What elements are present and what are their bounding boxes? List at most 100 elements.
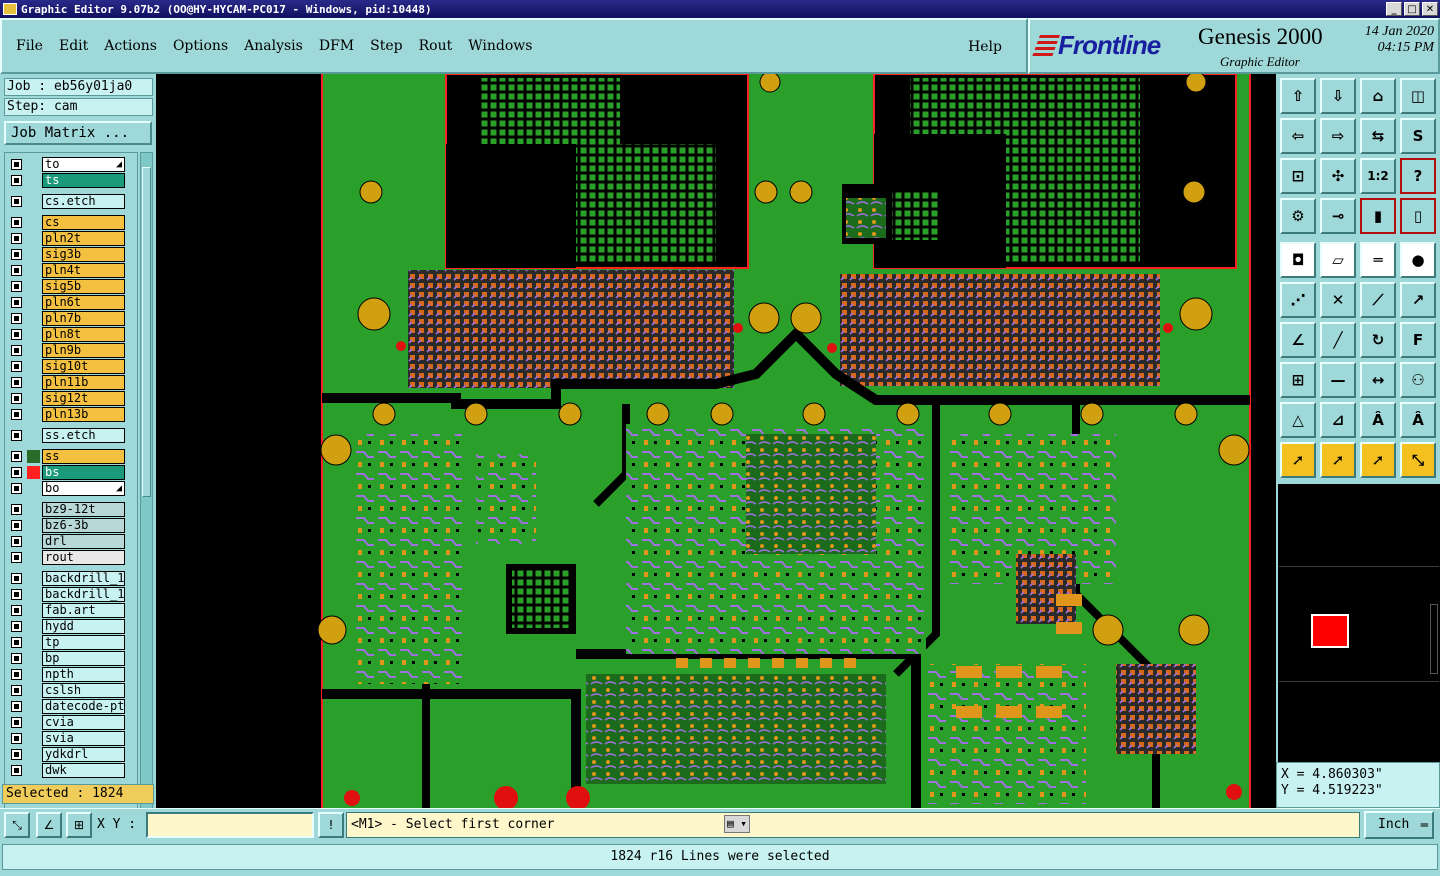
layer-row[interactable]: cs.etch — [5, 194, 137, 209]
layer-name[interactable]: bp — [42, 651, 125, 666]
arrow-dot-button[interactable]: ↗ — [1400, 282, 1436, 318]
layer-name[interactable]: sig3b — [42, 247, 125, 262]
layer-name[interactable]: sig10t — [42, 359, 125, 374]
layer-name[interactable]: pln2t — [42, 231, 125, 246]
layer-name[interactable]: pln7b — [42, 311, 125, 326]
text-f-button[interactable]: F — [1400, 322, 1436, 358]
layer-checkbox[interactable] — [11, 249, 22, 260]
layer-checkbox[interactable] — [11, 637, 22, 648]
layer-checkbox[interactable] — [11, 451, 22, 462]
minimize-button[interactable]: _ — [1386, 2, 1402, 16]
page-down-button[interactable]: ⇩ — [1320, 78, 1356, 114]
layer-name[interactable]: ydkdrl — [42, 747, 125, 762]
layer-row[interactable]: ss.etch — [5, 428, 137, 443]
overview-scrollbar[interactable] — [1430, 604, 1438, 674]
diagonal-button[interactable]: ╱ — [1320, 322, 1356, 358]
layer-checkbox[interactable] — [11, 701, 22, 712]
layer-checkbox[interactable] — [11, 217, 22, 228]
menu-help[interactable]: Help — [968, 39, 1002, 55]
swap-button[interactable]: S — [1400, 118, 1436, 154]
close-button[interactable]: ✕ — [1422, 2, 1438, 16]
layer-name[interactable]: cs.etch — [42, 194, 125, 209]
layer-name[interactable]: pln8t — [42, 327, 125, 342]
layer-row[interactable]: bp — [5, 651, 137, 666]
layer-checkbox[interactable] — [11, 685, 22, 696]
layer-name[interactable]: sig5b — [42, 279, 125, 294]
layer-name[interactable]: backdrill_1- — [42, 571, 125, 586]
layer-name[interactable]: bz6-3b — [42, 518, 125, 533]
menu-step[interactable]: Step — [370, 38, 402, 54]
pads-button[interactable]: ⚇ — [1400, 362, 1436, 398]
zoom-fit-button[interactable]: ⊡ — [1280, 158, 1316, 194]
box-dot-button[interactable]: ⊞ — [1280, 362, 1316, 398]
menu-analysis[interactable]: Analysis — [244, 38, 303, 54]
connect-button[interactable]: ⋰ — [1280, 282, 1316, 318]
units-select[interactable]: Inch ═ — [1364, 811, 1434, 839]
layer-row[interactable]: sig5b — [5, 279, 137, 294]
menu-options[interactable]: Options — [173, 38, 228, 54]
menu-windows[interactable]: Windows — [468, 38, 532, 54]
layer-checkbox[interactable] — [11, 536, 22, 547]
layers-color-button[interactable]: ▮ — [1360, 198, 1396, 234]
layer-list[interactable]: to ◢ ts cs.etch cs pln2t sig3b pln4t sig5b pln6t p… — [4, 152, 138, 856]
layer-row[interactable]: backdrill_1- — [5, 571, 137, 586]
page-up-button[interactable]: ⇧ — [1280, 78, 1316, 114]
layer-row[interactable]: bs — [5, 465, 137, 480]
layer-scrollbar[interactable] — [140, 152, 153, 856]
home-button[interactable]: ⌂ — [1360, 78, 1396, 114]
layer-row[interactable]: sig3b — [5, 247, 137, 262]
layer-checkbox[interactable] — [11, 393, 22, 404]
select-pad-button[interactable]: ◘ — [1280, 242, 1316, 278]
layer-checkbox[interactable] — [11, 733, 22, 744]
select-round-button[interactable]: ● — [1400, 242, 1436, 278]
layer-name[interactable]: datecode-ptc — [42, 699, 125, 714]
layer-name[interactable]: dwk — [42, 763, 125, 778]
scrollbar-thumb[interactable] — [142, 167, 151, 497]
job-matrix-button[interactable]: Job Matrix ... — [4, 121, 152, 145]
angle-snap-icon[interactable]: ∠ — [36, 812, 62, 838]
layer-row[interactable]: bo ◢ — [5, 481, 137, 496]
layer-row[interactable]: drl — [5, 534, 137, 549]
layer-name[interactable]: pln13b — [42, 407, 125, 422]
layer-checkbox[interactable] — [11, 265, 22, 276]
layer-row[interactable]: cs — [5, 215, 137, 230]
layer-checkbox[interactable] — [11, 345, 22, 356]
layer-name[interactable]: bz9-12t — [42, 502, 125, 517]
layer-row[interactable]: hydd — [5, 619, 137, 634]
layer-checkbox[interactable] — [11, 159, 22, 170]
page-left-button[interactable]: ⇦ — [1280, 118, 1316, 154]
layer-checkbox[interactable] — [11, 589, 22, 600]
layer-name[interactable]: pln6t — [42, 295, 125, 310]
layer-name[interactable]: to ◢ — [42, 157, 125, 172]
layer-checkbox[interactable] — [11, 196, 22, 207]
layer-name[interactable]: ss — [42, 449, 125, 464]
ruler-button[interactable]: ═ — [1360, 242, 1396, 278]
mirror-button[interactable]: ⇆ — [1360, 118, 1396, 154]
layer-name[interactable]: bs — [42, 465, 125, 480]
layer-checkbox[interactable] — [11, 621, 22, 632]
layer-name[interactable]: svia — [42, 731, 125, 746]
layer-name[interactable]: bo ◢ — [42, 481, 125, 496]
overview-map[interactable] — [1276, 484, 1440, 762]
layers-toggle-button[interactable]: ▯ — [1400, 198, 1436, 234]
layer-row[interactable]: pln6t — [5, 295, 137, 310]
layer-checkbox[interactable] — [11, 361, 22, 372]
layer-checkbox[interactable] — [11, 297, 22, 308]
layer-name[interactable]: ts — [42, 173, 125, 188]
layer-row[interactable]: svia — [5, 731, 137, 746]
pcb-artwork[interactable] — [156, 74, 1276, 808]
layer-name[interactable]: npth — [42, 667, 125, 682]
layer-checkbox[interactable] — [11, 281, 22, 292]
layer-row[interactable]: pln13b — [5, 407, 137, 422]
select-shape-button[interactable]: ▱ — [1320, 242, 1356, 278]
layer-row[interactable]: bz9-12t — [5, 502, 137, 517]
layer-row[interactable]: rout — [5, 550, 137, 565]
layer-row[interactable]: pln7b — [5, 311, 137, 326]
layer-name[interactable]: hydd — [42, 619, 125, 634]
layer-row[interactable]: backdrill_14 — [5, 587, 137, 602]
layer-row[interactable]: datecode-ptc — [5, 699, 137, 714]
layer-row[interactable]: pln9b — [5, 343, 137, 358]
layer-name[interactable]: backdrill_14 — [42, 587, 125, 602]
pointer-box-button[interactable]: ➚ — [1320, 442, 1356, 478]
keyboard-icon[interactable]: ▤ ▾ — [724, 815, 750, 833]
